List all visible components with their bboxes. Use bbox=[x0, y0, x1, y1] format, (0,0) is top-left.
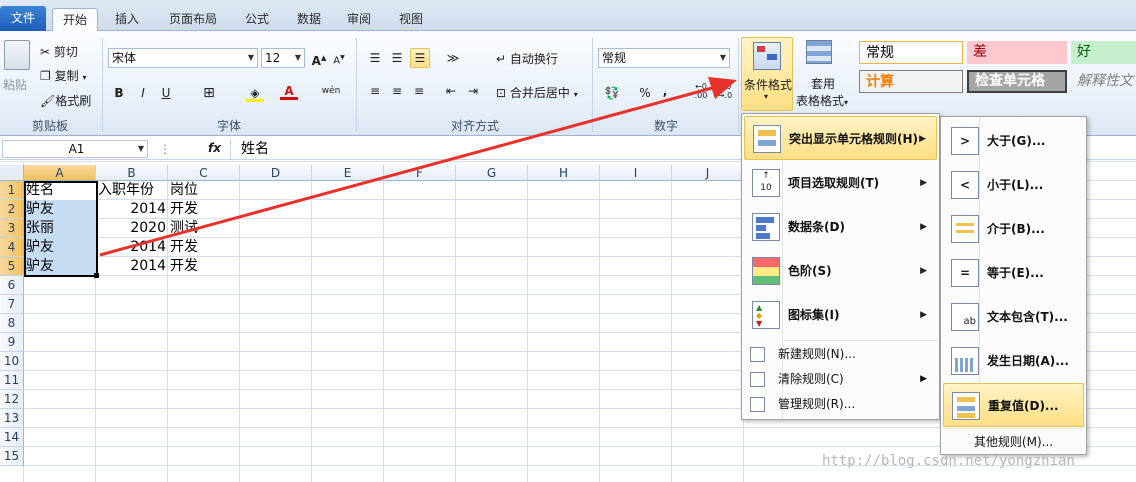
watermark: http://blog.csdn.net/yongzhian bbox=[822, 453, 1075, 469]
annotation-arrow bbox=[99, 77, 737, 257]
